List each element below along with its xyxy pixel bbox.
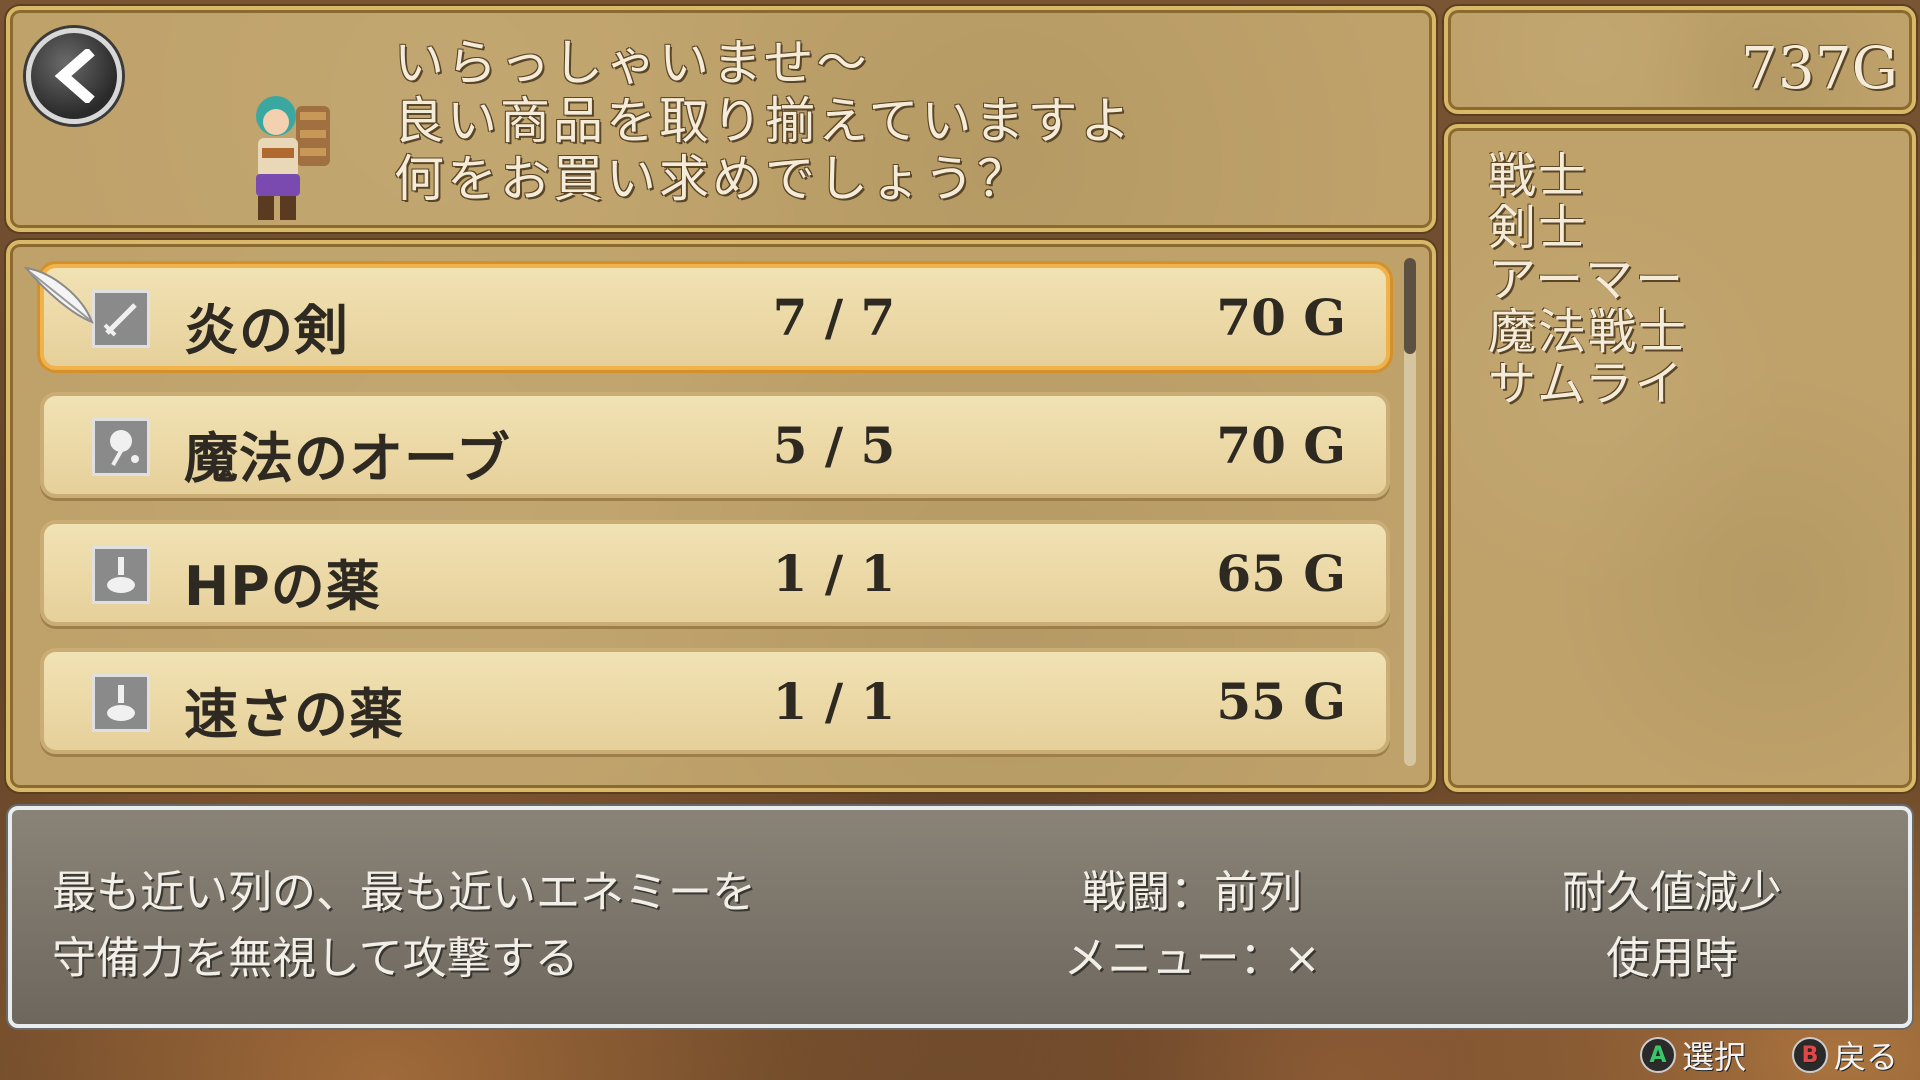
item-stock: 5 / 5 (772, 416, 896, 475)
item-price: 65 G (1216, 544, 1346, 603)
b-button-icon: B (1792, 1037, 1828, 1073)
back-label: 戻る (1834, 1038, 1899, 1076)
gold-amount: 737G (1740, 34, 1898, 102)
feather-cursor-icon (23, 266, 94, 324)
menu-usage: メニュー：× (1063, 933, 1321, 984)
potion-icon (92, 546, 150, 604)
item-price: 55 G (1216, 672, 1346, 731)
description-line: 最も近い列の、最も近いエネミーを (52, 867, 756, 918)
equippable-jobs-panel: 戦士 剣士 アーマー 魔法戦士 サムライ (1444, 124, 1916, 792)
item-stock: 1 / 1 (772, 544, 896, 603)
item-name: 魔法のオーブ (184, 427, 511, 490)
jobs-list: 戦士 剣士 アーマー 魔法戦士 サムライ (1488, 150, 1688, 410)
back-button[interactable] (26, 28, 122, 124)
item-name: 炎の剣 (184, 299, 349, 362)
job-item: アーマー (1488, 252, 1686, 308)
shop-item-row-hp-potion[interactable]: HPの薬 1 / 1 65 G (40, 520, 1390, 626)
item-stock: 7 / 7 (772, 288, 896, 347)
item-price: 70 G (1216, 288, 1346, 347)
greeting-line: 何をお買い求めでしょう？ (394, 150, 1030, 208)
list-scrollbar-thumb[interactable] (1404, 258, 1416, 354)
shopkeeper-greeting-panel: いらっしゃいませ～ 良い商品を取り揃えていますよ 何をお買い求めでしょう？ (6, 6, 1436, 232)
job-item: 戦士 (1488, 148, 1589, 204)
battle-usage: 戦闘：前列 (1082, 867, 1302, 918)
shop-item-row-speed-potion[interactable]: 速さの薬 1 / 1 55 G (40, 648, 1390, 754)
job-item: 魔法戦士 (1488, 304, 1689, 360)
job-item: 剣士 (1488, 200, 1589, 256)
item-price: 70 G (1216, 416, 1346, 475)
greeting-text: いらっしゃいませ～ 良い商品を取り揃えていますよ 何をお買い求めでしょう？ (394, 34, 1134, 208)
shopkeeper-sprite (256, 96, 330, 220)
select-hint[interactable]: A 選択 (1640, 1034, 1746, 1076)
shop-item-row-flame-sword[interactable]: 炎の剣 7 / 7 70 G (40, 264, 1390, 370)
back-hint[interactable]: B 戻る (1792, 1034, 1898, 1076)
greeting-line: いらっしゃいませ～ (394, 34, 870, 92)
orb-icon (92, 418, 150, 476)
potion-icon (92, 674, 150, 732)
chevron-left-icon (54, 49, 95, 103)
item-name: 速さの薬 (184, 683, 404, 746)
item-name: HPの薬 (184, 555, 381, 618)
greeting-line: 良い商品を取り揃えていますよ (394, 92, 1134, 150)
gold-panel: 737G (1444, 6, 1916, 114)
description-line: 守備力を無視して攻撃する (52, 933, 579, 984)
item-stock: 1 / 1 (772, 672, 896, 731)
item-usage-info: 戦闘：前列 メニュー：× (1042, 860, 1342, 992)
durability-timing: 使用時 (1606, 933, 1738, 984)
job-item: サムライ (1488, 356, 1685, 412)
item-description: 最も近い列の、最も近いエネミーを 守備力を無視して攻撃する (52, 860, 756, 992)
a-button-icon: A (1640, 1037, 1676, 1073)
item-description-panel: 最も近い列の、最も近いエネミーを 守備力を無視して攻撃する 戦闘：前列 メニュー… (8, 806, 1912, 1028)
durability-label: 耐久値減少 (1562, 867, 1782, 918)
durability-info: 耐久値減少 使用時 (1512, 860, 1832, 992)
select-label: 選択 (1682, 1038, 1747, 1076)
shop-item-row-magic-orb[interactable]: 魔法のオーブ 5 / 5 70 G (40, 392, 1390, 498)
